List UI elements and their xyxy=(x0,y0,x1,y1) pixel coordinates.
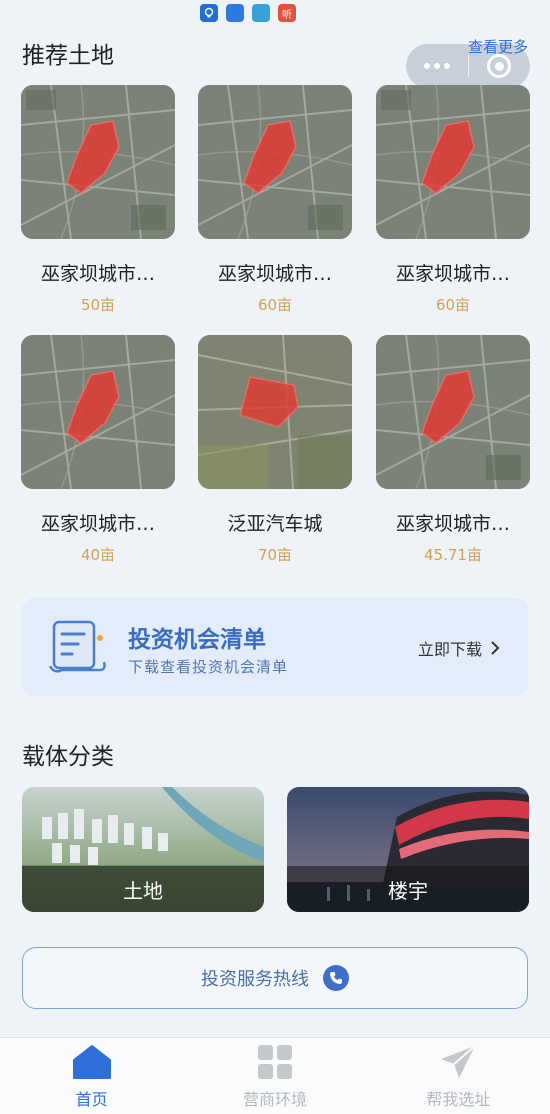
land-card[interactable]: 巫家坝城市… 50亩 xyxy=(21,85,175,315)
more-dots-icon xyxy=(423,63,450,69)
promo-title: 投资机会清单 xyxy=(128,627,266,653)
category-land-card[interactable]: 土地 xyxy=(22,787,264,912)
more-button[interactable] xyxy=(406,44,468,88)
land-area: 60亩 xyxy=(435,296,471,314)
land-card[interactable]: 巫家坝城市… 60亩 xyxy=(198,85,352,315)
land-area: 60亩 xyxy=(257,296,293,314)
phone-icon xyxy=(323,965,349,991)
category-building-label: 楼宇 xyxy=(388,878,428,903)
document-list-icon xyxy=(48,618,110,676)
land-area: 70亩 xyxy=(257,546,293,564)
land-card[interactable]: 巫家坝城市… 60亩 xyxy=(376,85,530,315)
close-ring-icon xyxy=(487,54,512,78)
download-now-button[interactable]: 立即下载 xyxy=(418,636,500,660)
app-icon xyxy=(226,4,244,22)
land-name: 巫家坝城市… xyxy=(395,263,510,285)
land-name: 巫家坝城市… xyxy=(40,513,155,535)
land-name: 巫家坝城市… xyxy=(217,263,332,285)
hotline-label: 投资服务热线 xyxy=(201,969,309,990)
investment-hotline-button[interactable]: 投资服务热线 xyxy=(22,947,528,1009)
tab-site-selection-label: 帮我选址 xyxy=(426,1090,491,1109)
land-satellite-map xyxy=(376,85,530,239)
category-building-card[interactable]: 楼宇 xyxy=(287,787,529,912)
listen-app-icon: 听 xyxy=(278,4,296,22)
bulb-app-icon xyxy=(200,4,218,22)
land-satellite-map xyxy=(21,85,175,239)
tab-business-environment-label: 营商环境 xyxy=(242,1090,307,1109)
land-card[interactable]: 泛亚汽车城 70亩 xyxy=(198,335,352,565)
land-satellite-map xyxy=(376,335,530,489)
tab-business-environment[interactable]: 营商环境 xyxy=(183,1038,366,1114)
category-label-bar: 土地 xyxy=(22,866,264,912)
grid-icon xyxy=(257,1045,292,1079)
paper-plane-icon xyxy=(441,1045,476,1078)
land-card[interactable]: 巫家坝城市… 40亩 xyxy=(21,335,175,565)
app-badge-text: 听 xyxy=(282,9,292,21)
land-name: 巫家坝城市… xyxy=(395,513,510,535)
section-title-categories: 载体分类 xyxy=(22,744,114,770)
land-card[interactable]: 巫家坝城市… 45.71亩 xyxy=(376,335,530,565)
land-satellite-map xyxy=(198,335,352,489)
investment-list-banner[interactable]: 投资机会清单 下载查看投资机会清单 立即下载 xyxy=(22,598,528,696)
app-icon xyxy=(252,4,270,22)
category-label-bar: 楼宇 xyxy=(287,866,529,912)
view-more-link[interactable]: 查看更多 xyxy=(468,36,528,57)
bottom-tab-bar: 首页 营商环境 帮我选址 xyxy=(0,1037,550,1114)
section-title-recommended: 推荐土地 xyxy=(22,43,114,69)
download-now-label: 立即下载 xyxy=(417,640,482,659)
tab-site-selection[interactable]: 帮我选址 xyxy=(367,1038,550,1114)
land-area: 40亩 xyxy=(80,546,116,564)
promo-subtitle: 下载查看投资机会清单 xyxy=(128,658,289,676)
land-area: 45.71亩 xyxy=(424,546,482,564)
tab-home[interactable]: 首页 xyxy=(0,1038,183,1114)
land-satellite-map xyxy=(21,335,175,489)
home-icon xyxy=(72,1045,111,1079)
land-satellite-map xyxy=(198,85,352,239)
land-area: 50亩 xyxy=(80,296,116,314)
status-bar: 听 xyxy=(0,0,550,26)
land-name: 泛亚汽车城 xyxy=(227,513,323,535)
tab-home-label: 首页 xyxy=(75,1090,108,1109)
land-name: 巫家坝城市… xyxy=(40,263,155,285)
category-land-label: 土地 xyxy=(123,878,163,903)
chevron-right-icon xyxy=(491,641,500,655)
